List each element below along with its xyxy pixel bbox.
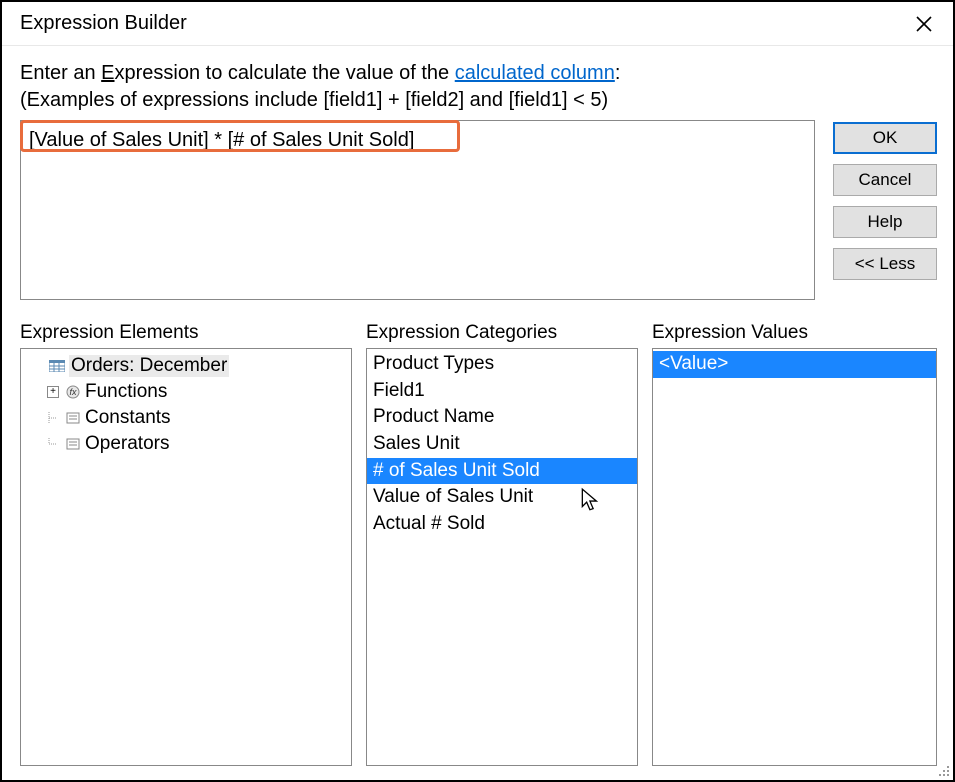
categories-list: Product TypesField1Product NameSales Uni… [367,349,637,540]
tree-item-label: Operators [85,433,169,455]
category-item[interactable]: # of Sales Unit Sold [367,458,637,485]
intro-mnemonic: E [101,62,114,84]
tree-item-constants[interactable]: Constants [21,405,351,431]
resize-grip[interactable] [935,762,949,776]
value-item[interactable]: <Value> [653,351,936,378]
tree-branch-icon [47,438,59,450]
category-item[interactable]: Sales Unit [367,431,637,458]
category-item[interactable]: Product Name [367,404,637,431]
expander-placeholder [31,360,43,372]
intro-prefix: Enter an [20,62,101,84]
tree-item-label: Constants [85,407,171,429]
categories-panel[interactable]: Product TypesField1Product NameSales Uni… [366,348,638,766]
constant-icon [65,411,81,425]
function-icon: fx [65,385,81,399]
category-item[interactable]: Value of Sales Unit [367,484,637,511]
elements-label: Expression Elements [20,322,352,344]
category-item[interactable]: Product Types [367,351,637,378]
tree-root[interactable]: Orders: December [21,353,351,379]
expression-builder-window: Expression Builder Enter an Expression t… [0,0,955,782]
values-label: Expression Values [652,322,937,344]
category-item[interactable]: Actual # Sold [367,511,637,538]
category-item[interactable]: Field1 [367,378,637,405]
cancel-button[interactable]: Cancel [833,164,937,196]
intro-suffix: : [615,62,621,84]
expander-icon[interactable]: + [47,386,59,398]
categories-label: Expression Categories [366,322,638,344]
elements-panel[interactable]: Orders: December + fx Functions [20,348,352,766]
tree-root-label: Orders: December [69,355,229,377]
titlebar: Expression Builder [2,2,953,46]
close-button[interactable] [909,9,939,39]
elements-tree: Orders: December + fx Functions [21,349,351,461]
intro-text: Enter an Expression to calculate the val… [20,62,937,85]
ok-button[interactable]: OK [833,122,937,154]
help-button[interactable]: Help [833,206,937,238]
svg-text:fx: fx [69,387,77,397]
tree-item-operators[interactable]: Operators [21,431,351,457]
less-button[interactable]: << Less [833,248,937,280]
values-list: <Value> [653,349,936,380]
table-icon [49,359,65,373]
tree-item-functions[interactable]: + fx Functions [21,379,351,405]
examples-text: (Examples of expressions include [field1… [20,89,937,112]
expression-box-wrap [20,120,815,304]
window-title: Expression Builder [20,12,187,35]
close-icon [915,15,933,33]
expression-input[interactable] [20,120,815,300]
values-panel[interactable]: <Value> [652,348,937,766]
calculated-column-link[interactable]: calculated column [455,62,615,84]
operator-icon [65,437,81,451]
tree-item-label: Functions [85,381,167,403]
dialog-content: Enter an Expression to calculate the val… [2,46,953,780]
intro-rest: xpression to calculate the value of the [115,62,455,84]
tree-branch-icon [47,412,59,424]
button-column: OK Cancel Help << Less [833,120,937,280]
